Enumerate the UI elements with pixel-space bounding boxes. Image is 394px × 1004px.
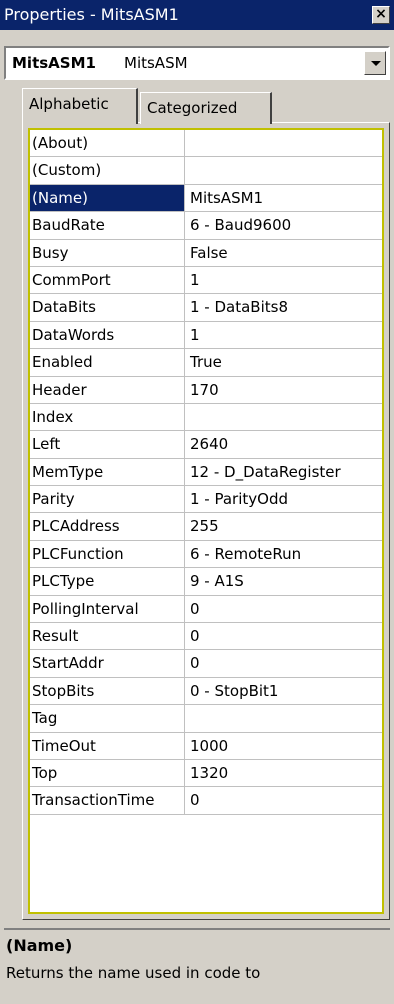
object-selector[interactable]: MitsASM1 MitsASM — [4, 46, 390, 80]
object-name: MitsASM1 — [12, 54, 96, 72]
property-row[interactable]: PLCFunction 6 - RemoteRun — [30, 540, 382, 569]
property-row[interactable]: PollingInterval 0 — [30, 595, 382, 624]
property-name[interactable]: Enabled — [30, 349, 185, 376]
property-name[interactable]: PollingInterval — [30, 595, 185, 623]
property-row[interactable]: (About) — [30, 130, 382, 158]
property-grid: (About) (Custom) (Name) MitsASM1 BaudRate 6 -… — [28, 128, 384, 914]
object-type: MitsASM — [124, 54, 188, 72]
property-value[interactable]: 170 — [190, 377, 219, 403]
property-row[interactable]: TimeOut 1000 — [30, 732, 382, 760]
property-row[interactable]: PLCAddress 255 — [30, 513, 382, 541]
property-name[interactable]: Header — [30, 376, 185, 403]
property-name[interactable]: PLCAddress — [30, 513, 185, 540]
property-value[interactable]: 0 — [190, 650, 200, 676]
property-value[interactable]: 0 - StopBit1 — [190, 678, 278, 704]
description-pane: (Name) Returns the name used in code to — [4, 928, 390, 1004]
property-name[interactable]: TimeOut — [30, 732, 185, 759]
property-value[interactable]: 1 - ParityOdd — [190, 486, 288, 512]
property-name[interactable]: PLCType — [30, 568, 185, 595]
properties-window: Properties - MitsASM1 × MitsASM1 MitsASM… — [0, 0, 394, 1004]
tab-alphabetic[interactable]: Alphabetic — [22, 88, 138, 124]
property-row[interactable]: Left 2640 — [30, 431, 382, 459]
property-row[interactable]: (Name) MitsASM1 — [30, 184, 382, 213]
property-value[interactable]: 6 - RemoteRun — [190, 541, 301, 567]
property-row[interactable]: CommPort 1 — [30, 266, 382, 295]
property-row[interactable]: StartAddr 0 — [30, 650, 382, 678]
property-row[interactable]: BaudRate 6 - Baud9600 — [30, 212, 382, 240]
property-name[interactable]: StartAddr — [30, 650, 185, 677]
property-value[interactable]: 0 — [190, 596, 200, 622]
property-value[interactable]: 1000 — [190, 733, 228, 759]
property-value[interactable]: 9 - A1S — [190, 568, 244, 594]
property-name[interactable]: BaudRate — [30, 212, 185, 239]
property-value[interactable]: 0 — [190, 623, 200, 649]
property-name[interactable]: Left — [30, 431, 185, 458]
property-value[interactable]: 2640 — [190, 431, 228, 457]
property-row[interactable]: Busy False — [30, 239, 382, 267]
property-row[interactable]: StopBits 0 - StopBit1 — [30, 677, 382, 706]
property-name[interactable]: PLCFunction — [30, 540, 185, 568]
property-row[interactable]: DataBits 1 - DataBits8 — [30, 294, 382, 322]
property-value[interactable]: MitsASM1 — [190, 185, 263, 211]
property-value[interactable]: 1 — [190, 322, 200, 348]
property-name[interactable]: Result — [30, 623, 185, 650]
property-value[interactable]: 12 - D_DataRegister — [190, 459, 341, 485]
property-row[interactable]: (Custom) — [30, 157, 382, 185]
dropdown-arrow-icon[interactable] — [364, 51, 386, 75]
description-title: (Name) — [6, 936, 73, 955]
property-value[interactable]: 6 - Baud9600 — [190, 212, 291, 238]
property-row[interactable]: TransactionTime 0 — [30, 787, 382, 815]
property-value[interactable]: 0 — [190, 787, 200, 813]
property-name[interactable]: CommPort — [30, 266, 185, 294]
title-bar[interactable]: Properties - MitsASM1 × — [0, 0, 394, 30]
property-name[interactable]: Busy — [30, 239, 185, 266]
property-name[interactable]: DataBits — [30, 294, 185, 321]
property-row[interactable]: Tag — [30, 705, 382, 733]
property-name[interactable]: (Name) — [30, 184, 185, 212]
property-name[interactable]: DataWords — [30, 321, 185, 349]
property-row[interactable]: MemType 12 - D_DataRegister — [30, 458, 382, 487]
window-title: Properties - MitsASM1 — [4, 5, 179, 24]
property-name[interactable]: Index — [30, 403, 185, 431]
property-name[interactable]: StopBits — [30, 677, 185, 705]
close-icon[interactable]: × — [372, 6, 390, 24]
property-row[interactable]: Parity 1 - ParityOdd — [30, 486, 382, 514]
property-name[interactable]: Tag — [30, 705, 185, 732]
property-row[interactable]: Result 0 — [30, 623, 382, 651]
property-row[interactable]: DataWords 1 — [30, 321, 382, 350]
property-value[interactable]: False — [190, 240, 228, 266]
property-name[interactable]: (About) — [30, 130, 185, 157]
property-name[interactable]: Parity — [30, 486, 185, 513]
property-value[interactable]: True — [190, 349, 222, 375]
property-name[interactable]: Top — [30, 759, 185, 787]
property-row[interactable]: Header 170 — [30, 376, 382, 404]
property-value[interactable]: 1 — [190, 267, 200, 293]
property-value[interactable]: 1 - DataBits8 — [190, 294, 288, 320]
property-name[interactable]: MemType — [30, 458, 185, 486]
property-row[interactable]: Index — [30, 403, 382, 432]
property-row[interactable]: Top 1320 — [30, 759, 382, 788]
property-name[interactable]: (Custom) — [30, 157, 185, 184]
description-text: Returns the name used in code to — [6, 964, 261, 982]
property-value[interactable]: 1320 — [190, 760, 228, 786]
property-value[interactable]: 255 — [190, 513, 219, 539]
tab-categorized[interactable]: Categorized — [140, 92, 272, 124]
property-name[interactable]: TransactionTime — [30, 787, 185, 814]
property-row[interactable]: PLCType 9 - A1S — [30, 568, 382, 596]
property-row[interactable]: Enabled True — [30, 349, 382, 377]
